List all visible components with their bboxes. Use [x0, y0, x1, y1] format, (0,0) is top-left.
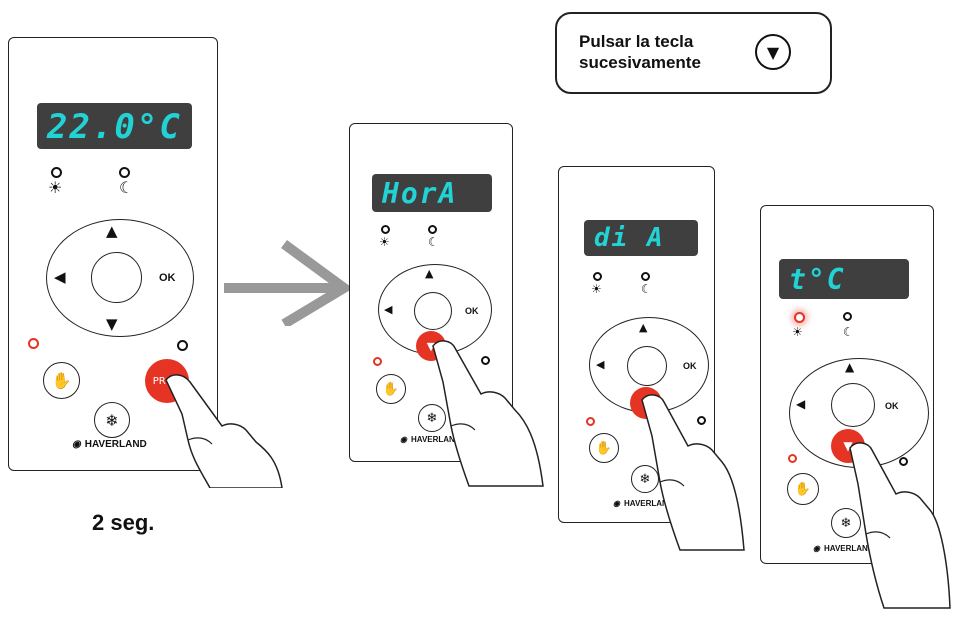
- haverland-logo-icon: ◉: [400, 435, 407, 444]
- left-arrow-icon[interactable]: ◀: [384, 304, 392, 315]
- ok-button[interactable]: OK: [465, 306, 479, 316]
- display-text: t°C: [789, 263, 846, 296]
- center-button[interactable]: [91, 252, 142, 303]
- manual-led: [586, 417, 595, 426]
- sun-led: [381, 225, 390, 234]
- moon-led: [843, 312, 852, 321]
- left-arrow-icon[interactable]: ◀: [54, 270, 66, 285]
- manual-led: [788, 454, 797, 463]
- up-arrow-icon[interactable]: ▲: [106, 224, 118, 239]
- display-text: HorA: [382, 177, 458, 210]
- haverland-logo-icon: ◉: [613, 499, 620, 508]
- left-arrow-icon[interactable]: ◀: [596, 359, 604, 370]
- pointing-hand-icon: [641, 394, 745, 551]
- frost-button[interactable]: ❄: [94, 402, 130, 438]
- manual-hand-button[interactable]: ✋: [376, 374, 406, 404]
- brand-logo: ◉ HAVERLAND: [72, 439, 147, 450]
- ok-button[interactable]: OK: [159, 272, 176, 284]
- up-arrow-icon[interactable]: ▲: [425, 268, 433, 279]
- sun-led: [51, 167, 62, 178]
- center-button[interactable]: [831, 383, 875, 427]
- prog-led: [177, 340, 188, 351]
- sun-icon: ☀: [48, 178, 63, 197]
- sun-icon: ☀: [591, 282, 602, 296]
- instruction-callout: Pulsar la tecla sucesivamente ▼: [555, 12, 832, 94]
- sun-icon: ☀: [379, 235, 390, 249]
- display-screen: di A: [584, 220, 698, 256]
- moon-icon: ☾: [119, 178, 134, 197]
- moon-icon: ☾: [428, 235, 439, 249]
- ok-button[interactable]: OK: [885, 401, 899, 411]
- display-screen: 22.0°C: [37, 103, 192, 149]
- sun-led: [593, 272, 602, 281]
- display-screen: HorA: [372, 174, 492, 212]
- moon-icon: ☾: [843, 325, 854, 339]
- center-button[interactable]: [414, 292, 452, 330]
- double-chevron-down-icon: ▼: [755, 34, 791, 70]
- sun-led-active: [794, 312, 805, 323]
- display-screen: t°C: [779, 259, 909, 299]
- center-button[interactable]: [627, 346, 667, 386]
- up-arrow-icon[interactable]: ▲: [845, 361, 854, 373]
- sun-icon: ☀: [792, 325, 803, 339]
- manual-led: [373, 357, 382, 366]
- display-text: 22.0°C: [47, 107, 182, 147]
- up-arrow-icon[interactable]: ▲: [639, 322, 647, 333]
- duration-label: 2 seg.: [92, 510, 155, 535]
- down-arrow-icon[interactable]: ▼: [106, 317, 118, 332]
- pointing-hand-icon: [432, 340, 544, 487]
- moon-led: [428, 225, 437, 234]
- manual-led: [28, 338, 39, 349]
- haverland-logo-icon: ◉: [72, 439, 81, 450]
- manual-hand-button[interactable]: ✋: [787, 473, 819, 505]
- manual-hand-button[interactable]: ✋: [43, 362, 80, 399]
- haverland-logo-icon: ◉: [813, 544, 820, 553]
- manual-hand-button[interactable]: ✋: [589, 433, 619, 463]
- moon-icon: ☾: [641, 282, 652, 296]
- moon-led: [641, 272, 650, 281]
- left-arrow-icon[interactable]: ◀: [796, 398, 805, 410]
- transition-arrow-icon: [224, 239, 352, 326]
- callout-text: Pulsar la tecla sucesivamente: [579, 32, 701, 72]
- pointing-hand-icon: [849, 442, 951, 609]
- moon-led: [119, 167, 130, 178]
- display-text: di A: [594, 223, 665, 253]
- ok-button[interactable]: OK: [683, 361, 697, 371]
- pointing-hand-icon: [165, 374, 283, 488]
